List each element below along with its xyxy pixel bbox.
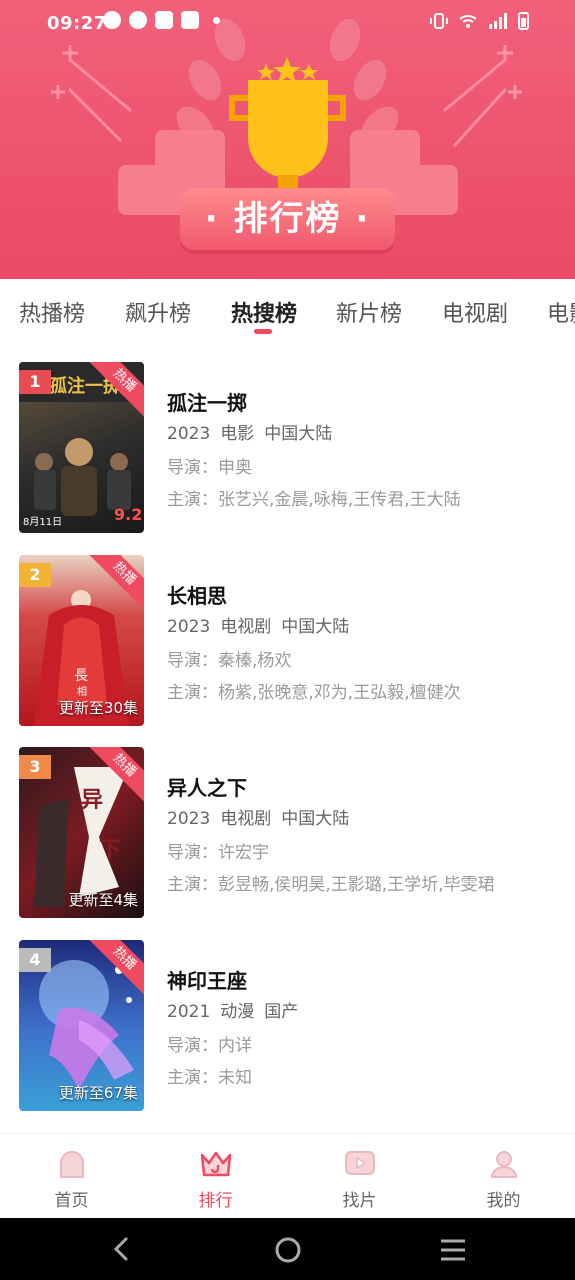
item-actors: 主演：未知 [167,1068,252,1088]
nav-label: 我的 [486,1191,521,1211]
notification-icons [103,11,220,29]
item-actors: 主演：张艺兴,金晨,咏梅,王传君,王大陆 [167,490,461,510]
update-status: 更新至30集 [58,699,138,717]
rank-badge: 1 [19,370,51,394]
bottom-navigation: 首页 排行 找片 我的 [0,1133,575,1218]
home-icon [59,1151,84,1178]
nav-ranking[interactable]: 排行 [144,1134,287,1218]
update-status: 更新至67集 [58,1084,138,1102]
menu-icon[interactable] [439,1238,467,1262]
nav-mine[interactable]: 我的 [432,1134,575,1218]
list-item[interactable]: 長 相 2 热播 更新至30集 长相思 2023 电视剧 中国大陆 导演：秦榛,杨欢… [0,555,575,727]
status-time: 09:27 [47,13,107,34]
update-status: 更新至4集 [68,891,138,909]
item-meta: 2023 电视剧 中国大陆 [167,617,350,637]
nav-label: 找片 [342,1191,377,1211]
back-icon[interactable] [110,1236,134,1262]
item-director: 导演：申奥 [167,458,252,478]
poster-image[interactable]: 4 热播 更新至67集 [19,940,144,1111]
crown-icon [200,1151,231,1177]
item-meta: 2021 动漫 国产 [167,1002,299,1022]
speed-icon [129,11,147,29]
ranking-title: · 排行榜 · [204,199,371,239]
item-title[interactable]: 异人之下 [167,772,247,801]
active-tab-indicator [254,329,272,334]
more-dot-icon [213,16,220,24]
user-icon [490,1151,517,1178]
item-title[interactable]: 长相思 [167,580,227,609]
system-status-icons [430,12,529,30]
nav-find-movies[interactable]: 找片 [288,1134,431,1218]
item-actors: 主演：彭昱畅,侯明昊,王影璐,王学圻,毕雯珺 [167,875,495,895]
item-title[interactable]: 神印王座 [167,965,247,994]
list-item[interactable]: 孤注一掷 8月11日 9.2 1 热播 孤注一掷 2023 电影 中国大陆 导演：申… [0,362,575,534]
nav-home[interactable]: 首页 [0,1134,143,1218]
tab-new-films[interactable]: 新片榜 [336,296,402,328]
rank-badge: 3 [19,755,51,779]
tab-tv-series[interactable]: 电视剧 [442,296,508,328]
status-bar: 09:27 [0,0,575,48]
item-meta: 2023 电影 中国大陆 [167,424,333,444]
svg-text:8月11日: 8月11日 [23,516,62,528]
tab-rising[interactable]: 飙升榜 [125,296,191,328]
item-actors: 主演：杨紫,张晚意,邓为,王弘毅,檀健次 [167,683,461,703]
rank-badge: 2 [19,563,51,587]
poster-image[interactable]: 异 下 3 热播 更新至4集 [19,747,144,918]
item-director: 导演：内详 [167,1036,252,1056]
item-director: 导演：许宏宇 [167,843,269,863]
home-circle-icon[interactable] [274,1236,302,1264]
item-meta: 2023 电视剧 中国大陆 [167,809,350,829]
battery-icon [518,12,529,30]
ranking-tabs: 热播榜 飙升榜 热搜榜 新片榜 电视剧 电影 [0,288,575,334]
nav-label: 排行 [198,1191,233,1211]
message-icon [103,11,121,29]
poster-image[interactable]: 長 相 2 热播 更新至30集 [19,555,144,726]
item-title[interactable]: 孤注一掷 [167,387,247,416]
tab-movies[interactable]: 电影 [547,296,575,328]
poster-image[interactable]: 孤注一掷 8月11日 9.2 1 热播 [19,362,144,533]
wifi-icon [459,15,477,28]
tab-hot-play[interactable]: 热播榜 [19,296,85,328]
bag-icon [181,11,199,29]
svg-text:下: 下 [99,837,121,863]
tab-hot-search[interactable]: 热搜榜 [231,296,297,328]
signal-icon [489,13,507,29]
mail-icon [155,11,173,29]
vibrate-icon [430,13,448,29]
header-banner: · 排行榜 · 09:27 [0,0,575,279]
svg-text:長: 長 [74,668,88,684]
svg-text:异: 异 [81,787,103,813]
system-navigation-bar [0,1218,575,1280]
list-item[interactable]: 4 热播 更新至67集 神印王座 2021 动漫 国产 导演：内详 主演：未知 [0,940,575,1112]
list-item[interactable]: 异 下 3 热播 更新至4集 异人之下 2023 电视剧 中国大陆 导演：许宏宇 主… [0,747,575,919]
nav-label: 首页 [54,1191,89,1211]
svg-text:9.2: 9.2 [114,505,142,524]
item-director: 导演：秦榛,杨欢 [167,651,292,671]
rank-badge: 4 [19,948,51,972]
video-icon [344,1151,375,1175]
